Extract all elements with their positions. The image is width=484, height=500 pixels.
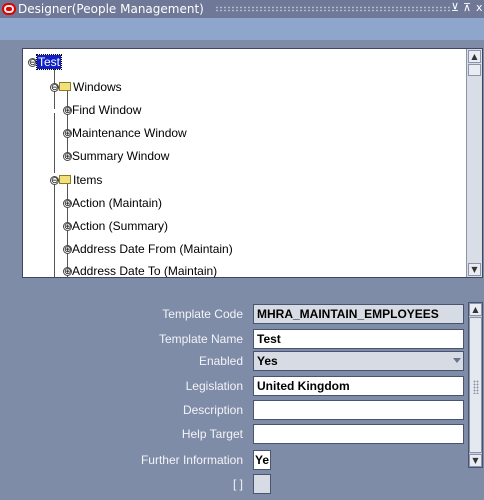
tree-connector — [54, 177, 55, 277]
expand-icon[interactable]: ⊕ — [63, 245, 72, 254]
expand-icon[interactable]: ⊕ — [63, 267, 72, 276]
dff-field[interactable] — [253, 474, 271, 494]
scroll-down-icon[interactable]: ▼ — [469, 454, 482, 467]
template-name-label: Template Name — [158, 332, 243, 346]
tree-node-address-date-from[interactable]: ⊕Address Date From (Maintain) — [63, 240, 233, 258]
tree-connector — [54, 113, 55, 173]
scroll-thumb[interactable] — [469, 317, 482, 453]
template-form: Template Code MHRA_MAINTAIN_EMPLOYEES Te… — [0, 300, 484, 500]
tree-node-action-maintain[interactable]: ⊕Action (Maintain) — [63, 194, 162, 212]
folder-icon — [59, 175, 71, 184]
tree-node-summary-window[interactable]: ⊕Summary Window — [63, 147, 169, 165]
enabled-value: Yes — [257, 354, 278, 368]
help-target-label: Help Target — [181, 427, 243, 441]
tree-panel: ⊖Test ⊖ Windows ⊕Find Window ⊕Maintenance… — [22, 48, 483, 278]
expand-icon[interactable]: ⊕ — [63, 129, 72, 138]
tree-node-action-summary[interactable]: ⊕Action (Summary) — [63, 217, 168, 235]
expand-icon[interactable]: ⊕ — [63, 152, 72, 161]
grip-icon — [473, 380, 479, 394]
collapse-icon[interactable]: ⊖ — [50, 83, 59, 92]
window-title: Designer(People Management) — [18, 2, 204, 16]
tree-node-label[interactable]: Action (Maintain) — [72, 196, 162, 210]
designer-window: Designer(People Management) ⊻ ⊼ x ⊖Test … — [0, 0, 484, 500]
further-information-label: Further Information — [140, 453, 243, 467]
tree-node-maintenance-window[interactable]: ⊕Maintenance Window — [63, 124, 187, 142]
tree-node-windows[interactable]: ⊖ Windows — [50, 78, 122, 96]
close-icon[interactable]: x — [476, 1, 483, 14]
enabled-select[interactable]: Yes — [253, 351, 464, 371]
dff-label: [ ] — [232, 477, 243, 491]
further-information-field[interactable]: Ye — [253, 450, 271, 470]
tree-node-label[interactable]: Test — [35, 54, 63, 70]
tree-node-label[interactable]: Maintenance Window — [72, 126, 187, 140]
scroll-up-icon[interactable]: ▲ — [469, 303, 482, 316]
expand-icon[interactable]: ⊕ — [63, 106, 72, 115]
tree-node-label[interactable]: Find Window — [72, 103, 141, 117]
tree-node-label[interactable]: Windows — [73, 80, 122, 94]
template-code-field[interactable]: MHRA_MAINTAIN_EMPLOYEES — [253, 304, 464, 324]
title-bar[interactable]: Designer(People Management) ⊻ ⊼ x — [0, 0, 484, 18]
tree-scrollbar[interactable]: ▲ ▼ — [466, 49, 482, 277]
template-code-label: Template Code — [162, 307, 243, 321]
description-field[interactable] — [253, 400, 464, 420]
legislation-field[interactable]: United Kingdom — [253, 376, 464, 396]
oracle-icon — [2, 3, 16, 15]
title-grip — [215, 6, 450, 12]
template-name-field[interactable]: Test — [253, 329, 464, 349]
tree-node-find-window[interactable]: ⊕Find Window — [63, 101, 141, 119]
scroll-down-icon[interactable]: ▼ — [468, 263, 481, 276]
collapse-icon[interactable]: ⊖ — [50, 176, 59, 185]
help-target-field[interactable] — [253, 424, 464, 444]
toolbar-strip — [0, 18, 484, 40]
tree-node-label[interactable]: Items — [73, 173, 102, 187]
folder-icon — [59, 82, 71, 91]
scroll-thumb[interactable] — [468, 64, 481, 76]
form-scrollbar[interactable]: ▲ ▼ — [468, 302, 483, 468]
scroll-up-icon[interactable]: ▲ — [468, 50, 481, 63]
tree-node-label[interactable]: Address Date To (Maintain) — [72, 264, 217, 277]
expand-icon[interactable]: ⊕ — [63, 222, 72, 231]
tree-node-address-date-to[interactable]: ⊕Address Date To (Maintain) — [63, 262, 217, 277]
dropdown-arrow-icon[interactable] — [453, 358, 461, 363]
tree-node-root[interactable]: ⊖Test — [28, 53, 63, 71]
tree-node-label[interactable]: Address Date From (Maintain) — [72, 242, 233, 256]
maximize-icon[interactable]: ⊼ — [463, 1, 471, 14]
tree-node-label[interactable]: Action (Summary) — [72, 219, 168, 233]
enabled-label: Enabled — [198, 354, 243, 368]
collapse-icon[interactable]: ⊖ — [28, 58, 37, 67]
tree-view: ⊖Test ⊖ Windows ⊕Find Window ⊕Maintenance… — [23, 49, 466, 277]
legislation-label: Legislation — [185, 379, 243, 393]
tree-node-label[interactable]: Summary Window — [72, 149, 169, 163]
tree-node-items[interactable]: ⊖ Items — [50, 171, 102, 189]
minimize-icon[interactable]: ⊻ — [451, 1, 459, 14]
description-label: Description — [182, 403, 243, 417]
expand-icon[interactable]: ⊕ — [63, 199, 72, 208]
